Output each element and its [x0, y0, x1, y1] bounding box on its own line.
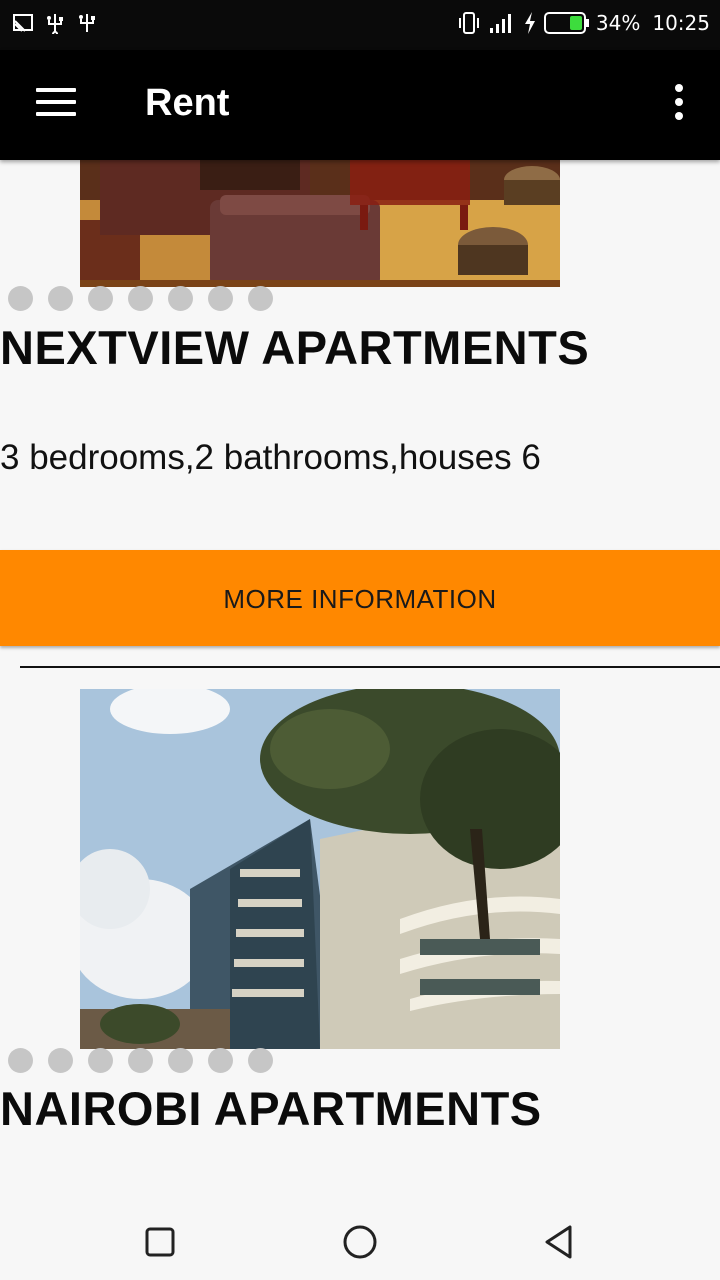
building-photo: [80, 689, 560, 1049]
recent-apps-icon[interactable]: [138, 1220, 182, 1264]
pager-dot[interactable]: [88, 1048, 113, 1073]
page-title: Rent: [145, 82, 230, 124]
menu-icon[interactable]: [36, 88, 76, 122]
listing-feed[interactable]: NEXTVIEW APARTMENTS 3 bedrooms,2 bathroo…: [0, 160, 720, 1200]
pager-dot[interactable]: [128, 286, 153, 311]
usb-debug-icon: [79, 14, 95, 32]
charging-icon: [524, 12, 535, 34]
listing-divider: [20, 666, 720, 668]
clock: 10:25: [652, 11, 710, 35]
pager-dot[interactable]: [48, 1048, 73, 1073]
battery-percent: 34%: [595, 11, 641, 35]
pager-dot[interactable]: [168, 1048, 193, 1073]
listing-photo-nextview[interactable]: [80, 160, 560, 287]
more-options-icon[interactable]: [664, 84, 694, 124]
pager-dot[interactable]: [88, 286, 113, 311]
listing-photo-nairobi[interactable]: [80, 689, 560, 1049]
back-icon[interactable]: [538, 1220, 582, 1264]
pager-dot[interactable]: [8, 286, 33, 311]
pager-dot[interactable]: [8, 1048, 33, 1073]
listing-title: NEXTVIEW APARTMENTS: [0, 321, 590, 374]
system-nav-bar: [0, 1200, 720, 1280]
pager-dot[interactable]: [248, 286, 273, 311]
app-bar: Rent: [0, 50, 720, 160]
pager-dot[interactable]: [208, 286, 233, 311]
battery-icon: [543, 12, 589, 34]
more-information-button[interactable]: MORE INFORMATION: [0, 550, 720, 646]
listing-title: NAIROBI APARTMENTS: [0, 1082, 542, 1135]
pager-dot[interactable]: [128, 1048, 153, 1073]
status-bar: 34% 10:25: [0, 0, 720, 50]
image-pager-dots: [8, 286, 273, 311]
image-pager-dots: [8, 1048, 273, 1073]
pager-dot[interactable]: [248, 1048, 273, 1073]
pager-dot[interactable]: [168, 286, 193, 311]
cast-icon: [13, 14, 33, 32]
pager-dot[interactable]: [208, 1048, 233, 1073]
living-room-photo: [80, 160, 560, 287]
home-icon[interactable]: [338, 1220, 382, 1264]
vibrate-icon: [458, 12, 479, 34]
signal-icon: [489, 14, 511, 33]
pager-dot[interactable]: [48, 286, 73, 311]
usb-icon: [47, 14, 63, 34]
listing-description: 3 bedrooms,2 bathrooms,houses 6: [0, 438, 541, 477]
